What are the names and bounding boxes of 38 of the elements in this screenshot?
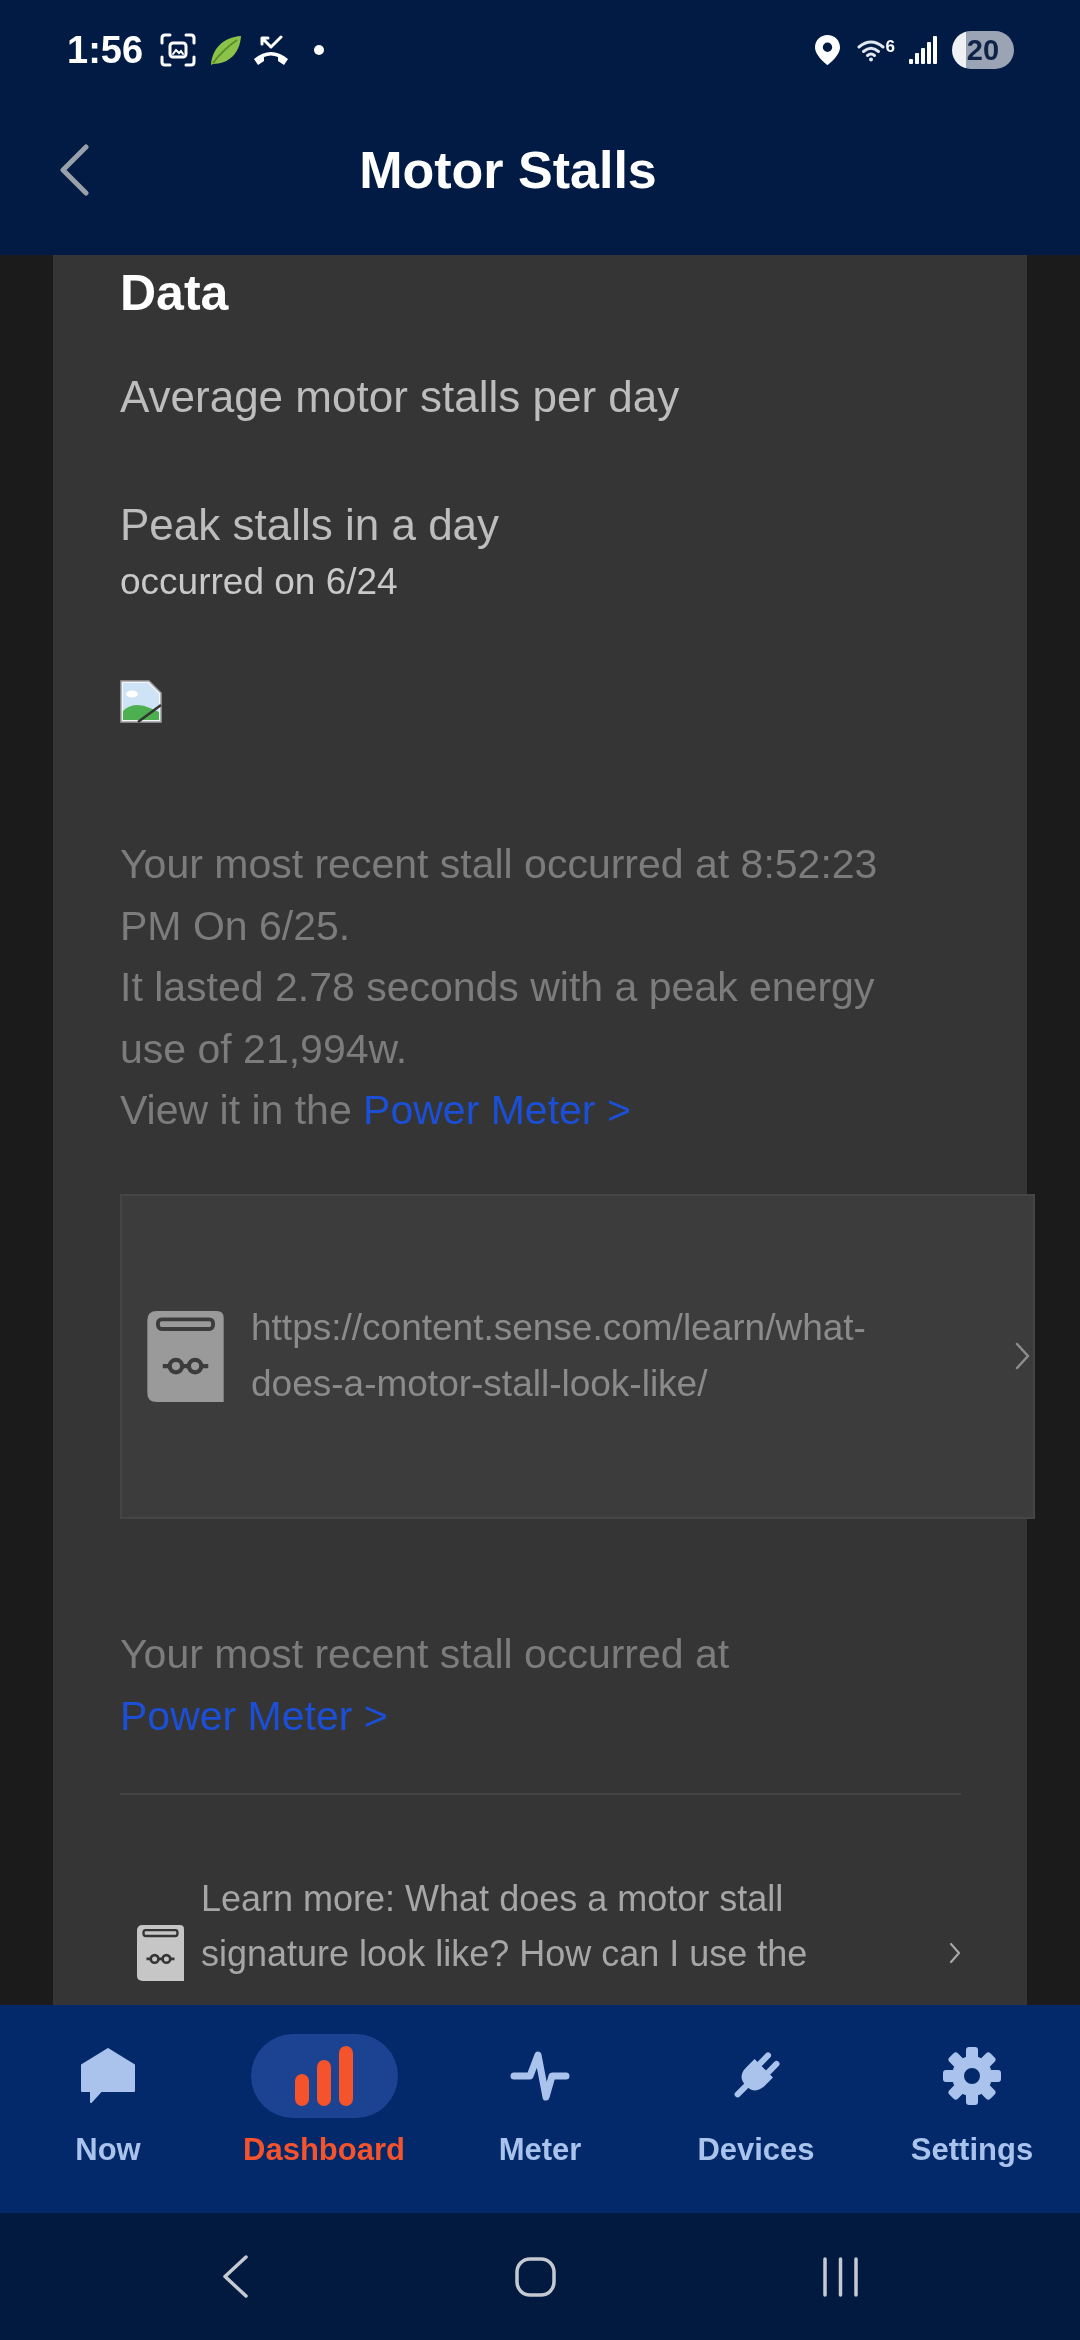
- section-heading: Data: [120, 264, 230, 323]
- book-icon: [147, 1310, 224, 1402]
- stat-note: occurred on 6/24: [120, 560, 399, 604]
- stall-detail-text: Your most recent stall occurred at 8:52:23 PM On 6/25.: [120, 840, 879, 951]
- stat-label: Peak stalls in a day: [120, 499, 501, 551]
- missed-call-icon: [253, 34, 290, 66]
- chevron-right-icon: [1015, 1342, 1030, 1370]
- view-in-meter-text: View it in the Power Meter >: [120, 1086, 632, 1135]
- nav-tab[interactable]: Settings: [864, 2034, 1080, 2170]
- pulse-icon: [510, 2049, 570, 2103]
- learn-more-link[interactable]: Learn more: What does a motor stall signature look like? How can I use the: [120, 1870, 961, 1981]
- network-type-label: 6: [885, 38, 895, 56]
- status-time: 1:56: [67, 28, 144, 72]
- chevron-right-icon: [949, 1941, 961, 1964]
- back-icon[interactable]: [221, 2255, 249, 2298]
- nav-tab[interactable]: Devices: [648, 2034, 864, 2170]
- location-pin-icon: [814, 35, 840, 65]
- battery-indicator: 20: [952, 31, 1014, 69]
- recent-stall-text: Your most recent stall occurred at Power Meter >: [120, 1629, 731, 1741]
- broken-image-icon: [120, 680, 162, 723]
- signal-icon: [909, 36, 937, 64]
- back-icon[interactable]: [58, 143, 90, 196]
- screen-title: Motor Stalls: [359, 139, 657, 201]
- home-icon[interactable]: [515, 2256, 556, 2297]
- stat-label: Average motor stalls per day: [120, 371, 681, 423]
- stall-detail-text: It lasted 2.78 seconds with a peak energy use of 21,994w.: [120, 963, 876, 1074]
- wifi-icon: [856, 38, 885, 62]
- settings-icon: [942, 2046, 1002, 2106]
- house-icon: [80, 2046, 136, 2106]
- article-link-card[interactable]: https://content.sense.com/learn/what-does-a-motor-stall-look-like/: [120, 1193, 1035, 1519]
- notification-dot-icon: [314, 45, 325, 55]
- recent-apps-icon[interactable]: [822, 2256, 859, 2297]
- nav-tab[interactable]: Now: [0, 2034, 216, 2170]
- book-icon: [136, 1924, 185, 1981]
- nav-tab[interactable]: Meter: [432, 2034, 648, 2170]
- nav-tab[interactable]: Dashboard: [216, 2034, 432, 2170]
- leaf-icon: [209, 34, 243, 66]
- screenshot-icon: [160, 33, 197, 67]
